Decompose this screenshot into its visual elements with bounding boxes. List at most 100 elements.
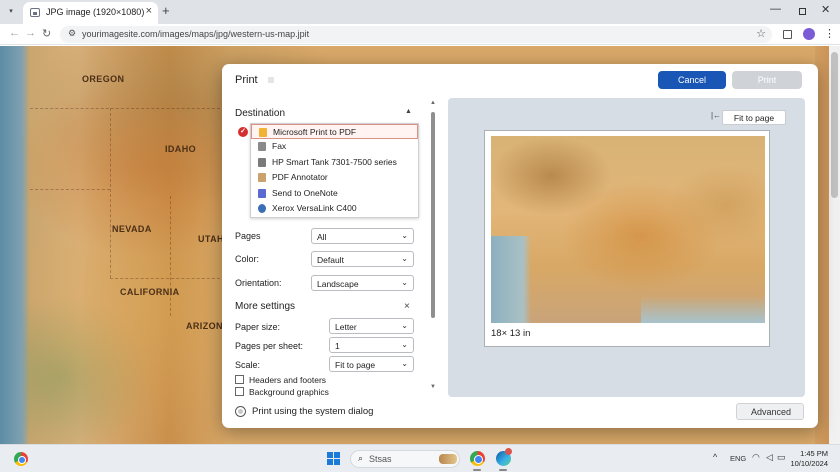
chevron-down-icon: ⌄ <box>401 254 408 263</box>
state-label-oregon: OREGON <box>82 74 125 84</box>
background-graphics-checkbox[interactable] <box>235 387 244 396</box>
back-icon[interactable]: ← <box>9 27 20 39</box>
destination-heading: Destination <box>235 108 286 119</box>
minimize-icon[interactable]: — <box>770 3 781 15</box>
pages-select[interactable]: All ⌄ <box>311 228 414 244</box>
fit-to-page-button[interactable]: Fit to page <box>722 110 786 125</box>
tab-search-icon[interactable]: ▾ <box>4 5 18 19</box>
url-text: yourimagesite.com/images/maps/jpg/wester… <box>82 29 310 39</box>
pages-per-sheet-select[interactable]: 1 ⌄ <box>329 337 414 353</box>
advanced-button[interactable]: Advanced <box>736 403 804 420</box>
address-bar: ← → ↻ ⚙ yourimagesite.com/images/maps/jp… <box>0 24 840 45</box>
search-highlight-icon <box>439 454 457 464</box>
onenote-icon <box>258 189 266 198</box>
destination-item[interactable]: Send to OneNote <box>251 186 418 201</box>
notification-badge <box>505 448 512 455</box>
page-scrollbar[interactable] <box>829 46 840 444</box>
border-line <box>110 108 111 278</box>
url-input[interactable]: ⚙ yourimagesite.com/images/maps/jpg/west… <box>60 26 772 43</box>
document-icon <box>258 173 266 182</box>
running-indicator <box>499 469 507 471</box>
paper-size-label: Paper size: <box>235 322 281 332</box>
destination-item[interactable]: Fax <box>251 139 418 154</box>
scale-label: Scale: <box>235 360 261 370</box>
destination-label: Microsoft Print to PDF <box>273 127 357 137</box>
ocean-area <box>0 46 30 444</box>
new-tab-icon[interactable]: + <box>162 3 170 18</box>
chrome-taskbar-icon[interactable] <box>470 451 485 466</box>
headers-footers-checkbox[interactable] <box>235 375 244 384</box>
clock[interactable]: 1:45 PM 10/10/2024 <box>790 449 828 469</box>
settings-scroll-thumb[interactable] <box>431 112 435 318</box>
volume-icon[interactable]: ◁ <box>766 452 773 463</box>
menu-kebab-icon[interactable]: ⋮ <box>824 27 835 40</box>
site-info-icon[interactable]: ⚙ <box>68 28 76 39</box>
scroll-down-icon[interactable]: ▼ <box>430 384 436 390</box>
chrome-icon[interactable] <box>14 452 28 466</box>
chevron-down-icon: ⌄ <box>401 231 408 240</box>
system-dialog-link[interactable]: Print using the system dialog <box>252 406 373 417</box>
chevron-down-icon: ⌄ <box>401 278 408 287</box>
chevron-down-icon: ⌄ <box>401 340 408 349</box>
taskbar-search[interactable]: ⌕ Stsas <box>350 450 460 468</box>
state-label-california: CALIFORNIA <box>120 287 180 297</box>
orientation-label: Orientation: <box>235 278 282 288</box>
state-label-nevada: NEVADA <box>112 224 152 234</box>
dialog-title-decoration <box>268 77 274 83</box>
battery-icon[interactable]: ▭ <box>777 452 786 463</box>
scale-select[interactable]: Fit to page ⌄ <box>329 356 414 372</box>
chevron-down-icon: ⌄ <box>401 321 408 330</box>
search-icon: ⌕ <box>358 453 364 463</box>
fit-to-page-icon: |← <box>711 111 722 120</box>
collapse-x-icon[interactable]: × <box>404 301 410 312</box>
color-select[interactable]: Default ⌄ <box>311 251 414 267</box>
tab-strip: ▾ JPG image (1920×1080) × + — ✕ <box>0 0 840 24</box>
destination-list: Microsoft Print to PDF Fax HP Smart Tank… <box>250 123 419 218</box>
taskbar: ⌕ Stsas ^ ENG ◠ ◁ ▭ 1:45 PM 10/10/2024 <box>0 444 840 472</box>
dialog-title: Print <box>235 74 258 86</box>
state-label-idaho: IDAHO <box>165 144 196 154</box>
preview-sheet: 18× 13 in <box>484 130 770 347</box>
state-label-utah: UTAH <box>198 234 224 244</box>
wifi-icon[interactable]: ◠ <box>752 452 760 463</box>
printer-network-icon <box>258 204 266 213</box>
print-button[interactable]: Print <box>732 71 802 89</box>
cancel-button[interactable]: Cancel <box>658 71 726 89</box>
destination-item[interactable]: Microsoft Print to PDF <box>251 124 418 139</box>
settings-scrollbar[interactable]: ▲ ▼ <box>429 100 437 392</box>
profile-avatar[interactable] <box>803 28 815 40</box>
tab-close-icon[interactable]: × <box>146 5 152 17</box>
forward-icon[interactable]: → <box>25 27 36 39</box>
taskbar-search-label: Stsas <box>369 454 392 464</box>
destination-item[interactable]: Xerox VersaLink C400 <box>251 201 418 216</box>
pages-value: All <box>317 232 327 242</box>
window-close-icon[interactable]: ✕ <box>821 3 830 16</box>
scroll-up-icon[interactable]: ▲ <box>430 100 436 106</box>
page-scroll-thumb[interactable] <box>831 52 838 198</box>
active-tab[interactable]: JPG image (1920×1080) × <box>23 2 158 24</box>
orientation-select[interactable]: Landscape ⌄ <box>311 275 414 291</box>
destination-label: PDF Annotator <box>272 172 328 182</box>
language-indicator[interactable]: ENG <box>730 454 746 463</box>
tray-chevron-up-icon[interactable]: ^ <box>713 452 717 462</box>
windows-start-icon[interactable] <box>327 452 340 465</box>
destination-item[interactable]: PDF Annotator <box>251 170 418 185</box>
system-dialog-icon[interactable] <box>235 406 246 417</box>
paper-size-select[interactable]: Letter ⌄ <box>329 318 414 334</box>
preview-gulf <box>641 296 765 323</box>
destination-item[interactable]: HP Smart Tank 7301-7500 series <box>251 155 418 170</box>
paper-size-readout: 18× 13 in <box>491 328 531 339</box>
clock-time: 1:45 PM <box>800 449 828 458</box>
print-dialog: Print Cancel Print Destination ▲ ✓ Micro… <box>222 64 818 428</box>
print-preview: |← Fit to page 18× 13 in <box>448 98 805 397</box>
orientation-value: Landscape <box>317 279 359 289</box>
side-panel-icon[interactable] <box>783 30 792 39</box>
bookmark-star-icon[interactable]: ☆ <box>756 27 766 40</box>
scale-value: Fit to page <box>335 360 376 370</box>
color-value: Default <box>317 255 344 265</box>
collapse-caret-icon[interactable]: ▲ <box>405 108 412 115</box>
pages-per-sheet-value: 1 <box>335 341 340 351</box>
maximize-icon[interactable] <box>799 8 806 15</box>
reload-icon[interactable]: ↻ <box>42 27 51 40</box>
more-settings-heading: More settings <box>235 301 296 312</box>
